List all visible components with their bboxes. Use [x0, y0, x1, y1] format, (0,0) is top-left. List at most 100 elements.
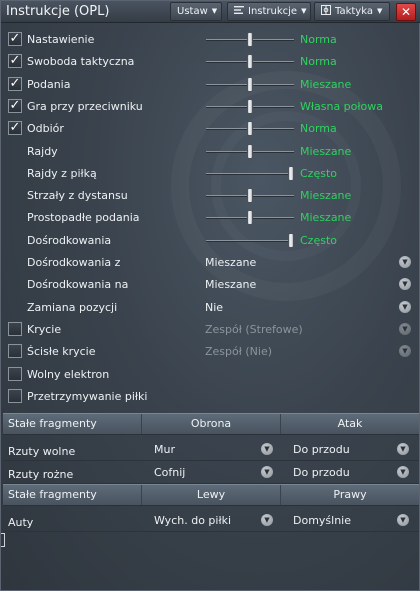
- checkbox-row: Wolny elektron: [1, 364, 420, 386]
- dropdown-value: Mur: [154, 443, 175, 456]
- dropdown-arrow-icon[interactable]: ▼: [399, 300, 411, 313]
- slider-row: Rajdy Mieszane: [1, 141, 420, 163]
- row-label: Rzuty wolne: [8, 445, 76, 458]
- check-icon: ✓: [9, 120, 21, 136]
- slider-value: Własna połowa: [300, 99, 383, 113]
- slider-track[interactable]: [206, 239, 294, 242]
- taktyka-menu-button[interactable]: Taktyka ▼: [314, 2, 390, 21]
- instruction-label: Odbiór: [27, 122, 64, 136]
- instrukcje-menu-button[interactable]: Instrukcje ▼: [227, 2, 311, 21]
- instruction-label: Wolny elektron: [27, 367, 110, 381]
- dropdown-value: Mieszane: [205, 256, 257, 269]
- dropdown-arrow-icon[interactable]: ▼: [397, 443, 409, 455]
- slider-row: Prostopadłe podania Mieszane: [1, 207, 420, 229]
- table-row: Rzuty rożne Cofnij ▼ Do przodu ▼: [3, 460, 419, 484]
- slider-thumb[interactable]: [288, 165, 294, 181]
- dropdown-value: Wych. do piłki: [154, 514, 232, 527]
- dropdown-row[interactable]: Zamiana pozycji Nie ▼: [1, 297, 420, 319]
- column-header: Atak: [337, 417, 363, 430]
- dropdown-arrow-icon[interactable]: ▼: [399, 278, 411, 291]
- slider-thumb[interactable]: [247, 210, 253, 226]
- dropdown-arrow-icon[interactable]: ▼: [261, 466, 273, 478]
- dropdown-row[interactable]: Dośrodkowania z Mieszane ▼: [1, 252, 420, 274]
- slider-value: Mieszane: [300, 144, 352, 158]
- checkbox[interactable]: [8, 366, 22, 381]
- checkbox[interactable]: [8, 321, 22, 336]
- dropdown-arrow-icon[interactable]: ▼: [399, 256, 411, 268]
- slider-row: Strzały z dystansu Mieszane: [1, 185, 420, 207]
- dropdown-arrow-icon: ▼: [399, 345, 411, 358]
- checkbox[interactable]: ✓: [8, 98, 22, 113]
- slider-row: ✓ Gra przy przeciwniku Własna połowa: [1, 96, 420, 118]
- instruction-label: Dośrodkowania na: [27, 278, 129, 292]
- slider-row: Dośrodkowania Często: [1, 230, 420, 252]
- slider-track[interactable]: [206, 172, 294, 175]
- dropdown-arrow-icon[interactable]: ▼: [397, 514, 409, 526]
- slider-thumb[interactable]: [247, 121, 253, 137]
- table-row: Auty Wych. do piłki ▼ Domyślnie ▼: [3, 508, 419, 532]
- dropdown-row[interactable]: Dośrodkowania na Mieszane ▼: [1, 274, 420, 296]
- instruction-label: Prostopadłe podania: [27, 211, 140, 225]
- slider-row: ✓ Swoboda taktyczna Norma: [1, 51, 420, 73]
- slider-thumb[interactable]: [247, 76, 253, 92]
- instructions-panel: Instrukcje (OPL) Ustaw ▼ Instrukcje ▼ Takt…: [0, 0, 420, 591]
- check-icon: ✓: [9, 75, 21, 91]
- table-row: Rzuty wolne Mur ▼ Do przodu ▼: [3, 437, 419, 461]
- instruction-label: Nastawienie: [27, 33, 95, 46]
- slider-value: Norma: [300, 122, 337, 136]
- dropdown-value: Nie: [205, 300, 224, 314]
- title-bar: Instrukcje (OPL) Ustaw ▼ Instrukcje ▼ Takt…: [1, 1, 420, 23]
- row-label: Rzuty rożne: [8, 468, 74, 481]
- checkbox[interactable]: ✓: [8, 54, 22, 69]
- instruction-label: Przetrzymywanie piłki: [27, 389, 148, 403]
- row-label: Auty: [8, 516, 34, 529]
- dropdown-value: Zespół (Strefowe): [205, 322, 303, 336]
- ustaw-label: Ustaw: [177, 6, 208, 17]
- slider-thumb[interactable]: [247, 32, 253, 47]
- checkbox[interactable]: ✓: [8, 120, 22, 136]
- slider-thumb[interactable]: [247, 188, 253, 204]
- dropdown-value: Zespół (Nie): [205, 345, 273, 359]
- table-header: Stałe fragmenty Obrona Atak: [3, 413, 419, 435]
- slider-thumb[interactable]: [247, 98, 253, 114]
- slider-row: ✓ Odbiór Norma: [1, 118, 420, 140]
- slider-thumb[interactable]: [288, 232, 294, 248]
- instruction-label: Dośrodkowania: [27, 233, 112, 247]
- slider-thumb[interactable]: [247, 143, 253, 159]
- close-button[interactable]: ✕: [396, 3, 416, 21]
- slider-value: Mieszane: [300, 211, 352, 225]
- instruction-label: Ścisłe krycie: [27, 345, 96, 359]
- instruction-label: Rajdy z piłką: [27, 166, 97, 180]
- ustaw-menu-button[interactable]: Ustaw ▼: [170, 2, 222, 21]
- dropdown-value: Do przodu: [293, 466, 350, 479]
- column-header: Obrona: [142, 414, 281, 434]
- dropdown-arrow-icon[interactable]: ▼: [261, 514, 273, 526]
- checkbox[interactable]: [8, 388, 22, 403]
- list-icon: [234, 4, 244, 14]
- instruction-label: Zamiana pozycji: [27, 300, 118, 314]
- checkbox-row: Ścisłe krycie Zespół (Nie) ▼: [1, 341, 420, 363]
- dropdown-value: Mieszane: [205, 278, 257, 292]
- instrukcje-label: Instrukcje: [248, 6, 298, 17]
- dropdown-arrow-icon[interactable]: ▼: [397, 466, 409, 478]
- instruction-label: Swoboda taktyczna: [27, 55, 135, 69]
- tactics-board-icon: [321, 4, 331, 15]
- column-header: Prawy: [333, 488, 367, 501]
- caret-down-icon: ▼: [376, 7, 383, 15]
- window-title: Instrukcje (OPL): [6, 4, 110, 19]
- checkbox-row: Krycie Zespół (Strefowe) ▼: [1, 319, 420, 341]
- instruction-label: Rajdy: [27, 144, 58, 158]
- caret-down-icon: ▼: [301, 7, 307, 15]
- mouse-cursor-fragment: [1, 533, 5, 547]
- slider-value: Często: [300, 233, 337, 247]
- checkbox[interactable]: ✓: [8, 32, 22, 46]
- checkbox[interactable]: ✓: [8, 75, 22, 91]
- slider-value: Norma: [300, 33, 337, 46]
- close-icon: ✕: [400, 5, 412, 19]
- slider-thumb[interactable]: [247, 54, 253, 70]
- checkbox[interactable]: [8, 344, 22, 359]
- column-header: Stałe fragmenty: [3, 414, 142, 434]
- caret-down-icon: ▼: [211, 7, 218, 15]
- dropdown-value: Cofnij: [154, 466, 186, 479]
- dropdown-arrow-icon[interactable]: ▼: [261, 443, 273, 455]
